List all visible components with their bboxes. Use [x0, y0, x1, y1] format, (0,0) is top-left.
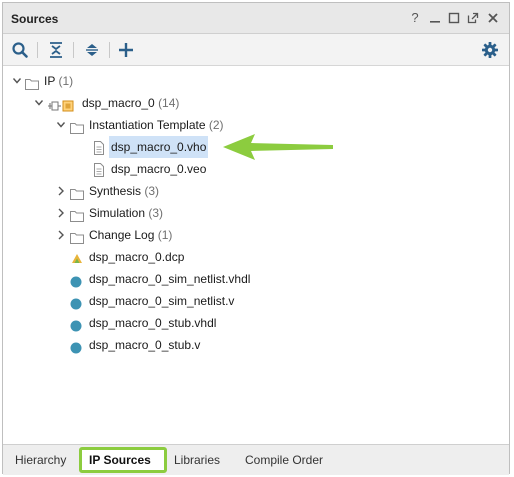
maximize-icon[interactable]: [446, 10, 462, 26]
folder-icon: [70, 207, 84, 222]
toolbar-separator: [37, 42, 38, 58]
tree-label: IP: [44, 74, 56, 88]
folder-icon: [25, 75, 39, 90]
collapse-all-icon[interactable]: [47, 41, 65, 59]
tree-node-stub-vhdl[interactable]: dsp_macro_0_stub.vhdl: [3, 312, 503, 334]
add-icon[interactable]: [117, 41, 135, 59]
hdl-file-icon: [70, 339, 82, 354]
tree-node-ip[interactable]: IP (1): [3, 70, 503, 92]
expand-all-icon[interactable]: [83, 41, 101, 59]
folder-icon: [70, 185, 84, 200]
tree-node-dsp-macro[interactable]: dsp_macro_0 (14): [3, 92, 503, 114]
float-window-icon[interactable]: [465, 10, 481, 26]
chevron-down-icon[interactable]: [56, 114, 66, 136]
toolbar-separator: [73, 42, 74, 58]
tree-node-synthesis[interactable]: Synthesis (3): [3, 180, 503, 202]
tab-bar: Hierarchy IP Sources Libraries Compile O…: [3, 444, 509, 475]
tree-node-stub-v[interactable]: dsp_macro_0_stub.v: [3, 334, 503, 356]
tree-label: dsp_macro_0.veo: [111, 162, 207, 176]
tree-label: Instantiation Template: [89, 118, 206, 132]
tab-hierarchy[interactable]: Hierarchy: [15, 453, 66, 467]
hdl-file-icon: [70, 273, 82, 288]
item-count: (2): [208, 118, 224, 132]
item-count: (3): [144, 184, 160, 198]
hdl-file-icon: [70, 317, 82, 332]
tree-label: dsp_macro_0_stub.vhdl: [89, 316, 217, 330]
tab-libraries[interactable]: Libraries: [174, 453, 220, 467]
help-icon[interactable]: ?: [407, 10, 423, 26]
tree-label: dsp_macro_0.dcp: [89, 250, 185, 264]
tree-label: Simulation: [89, 206, 146, 220]
highlight-arrow-icon: [223, 134, 333, 160]
tree-label: dsp_macro_0_stub.v: [89, 338, 201, 352]
chevron-right-icon[interactable]: [56, 202, 66, 224]
folder-icon: [70, 119, 84, 134]
ip-sources-tree: IP (1) dsp_macro_0 (14) Instantiation Te…: [3, 66, 509, 444]
chevron-right-icon[interactable]: [56, 224, 66, 246]
item-count: (3): [148, 206, 164, 220]
tree-node-simulation[interactable]: Simulation (3): [3, 202, 503, 224]
tree-label: dsp_macro_0: [82, 96, 155, 110]
hdl-file-icon: [70, 295, 82, 310]
tree-node-dcp-file[interactable]: dsp_macro_0.dcp: [3, 246, 503, 268]
chevron-down-icon[interactable]: [12, 70, 22, 92]
tree-label: dsp_macro_0.vho: [109, 136, 209, 158]
settings-icon[interactable]: [481, 41, 499, 59]
checkpoint-icon: [70, 250, 84, 264]
sources-panel: Sources ? IP (1) dsp_macro_0 (14) Instan…: [2, 2, 510, 475]
tree-label: dsp_macro_0_sim_netlist.v: [89, 294, 235, 308]
chevron-down-icon[interactable]: [34, 92, 44, 114]
file-icon: [93, 162, 105, 177]
item-count: (1): [58, 74, 74, 88]
tree-label: Synthesis: [89, 184, 142, 198]
item-count: (1): [157, 228, 173, 242]
tree-node-sim-netlist-v[interactable]: dsp_macro_0_sim_netlist.v: [3, 290, 503, 312]
tree-label: Change Log: [89, 228, 155, 242]
file-icon: [93, 140, 105, 155]
chevron-right-icon[interactable]: [56, 180, 66, 202]
tree-label: dsp_macro_0_sim_netlist.vhdl: [89, 272, 251, 286]
tree-node-change-log[interactable]: Change Log (1): [3, 224, 503, 246]
toolbar: [3, 34, 509, 66]
panel-title: Sources: [11, 12, 59, 26]
tab-compile-order[interactable]: Compile Order: [245, 453, 323, 467]
item-count: (14): [158, 96, 180, 110]
tab-ip-sources[interactable]: IP Sources: [89, 453, 151, 467]
ip-core-icon: [46, 97, 76, 112]
title-bar: Sources ?: [3, 3, 509, 34]
close-icon[interactable]: [485, 10, 501, 26]
search-icon[interactable]: [11, 41, 29, 59]
folder-icon: [70, 229, 84, 244]
minimize-icon[interactable]: [427, 10, 443, 26]
tree-node-sim-netlist-vhdl[interactable]: dsp_macro_0_sim_netlist.vhdl: [3, 268, 503, 290]
toolbar-separator: [109, 42, 110, 58]
